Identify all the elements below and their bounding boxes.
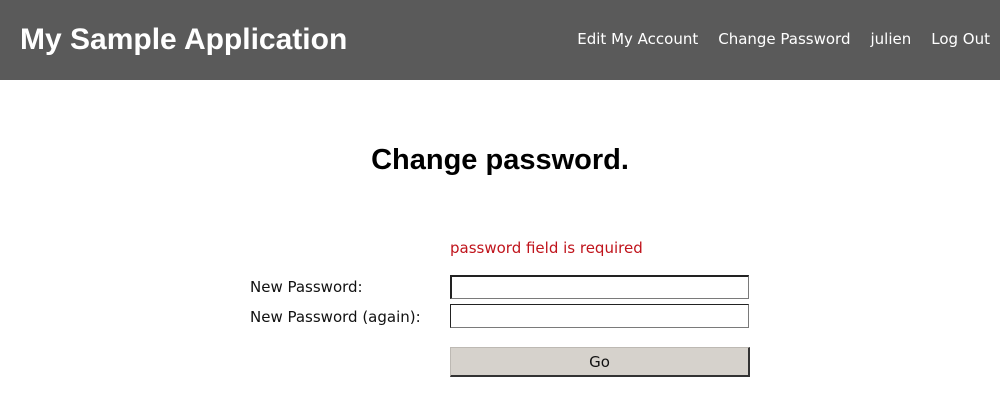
top-navbar: My Sample Application Edit My Account Ch… xyxy=(0,0,1000,80)
top-nav: Edit My Account Change Password julien L… xyxy=(577,29,990,49)
nav-link-log-out[interactable]: Log Out xyxy=(931,29,990,49)
new-password-again-field[interactable] xyxy=(450,304,749,328)
nav-link-change-password[interactable]: Change Password xyxy=(718,29,850,49)
new-password-again-label: New Password (again): xyxy=(250,308,421,326)
go-button[interactable]: Go xyxy=(450,347,750,377)
new-password-label: New Password: xyxy=(250,278,363,296)
nav-link-edit-my-account[interactable]: Edit My Account xyxy=(577,29,698,49)
nav-link-username[interactable]: julien xyxy=(870,29,911,49)
error-message: password field is required xyxy=(450,239,643,257)
app-title: My Sample Application xyxy=(20,23,348,56)
page-title: Change password. xyxy=(371,144,629,176)
new-password-field[interactable] xyxy=(450,275,749,299)
